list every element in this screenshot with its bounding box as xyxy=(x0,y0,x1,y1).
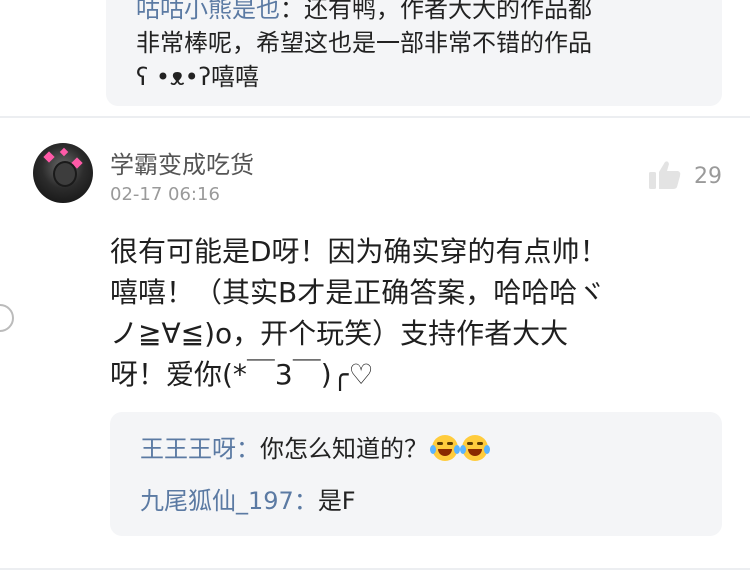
top-reply-author[interactable]: 咕咕小熊是也 xyxy=(136,0,280,23)
comment-line-2: 嘻嘻！（其实B才是正确答案，哈哈哈ヾ xyxy=(110,276,606,309)
top-reply-line-3: ʕ •ᴥ•ʔ嘻嘻 xyxy=(136,63,259,91)
reply-author[interactable]: 九尾狐仙_197 xyxy=(140,487,294,515)
comment-timestamp: 02-17 06:16 xyxy=(110,184,220,205)
avatar-heart-decoration xyxy=(43,151,55,163)
top-reply-line-1: 咕咕小熊是也：还有鸭，作者大大的作品都 xyxy=(136,0,592,26)
reply-text: 你怎么知道的？ xyxy=(260,435,428,463)
comment-line-1: 很有可能是D呀！因为确实穿的有点帅！ xyxy=(110,235,608,268)
top-reply-text: ：还有鸭，作者大大的作品都 xyxy=(280,0,592,23)
reply-item[interactable]: 九尾狐仙_197：是F xyxy=(140,484,356,518)
laughing-tears-emoji-icon xyxy=(430,435,460,461)
comment-divider xyxy=(0,116,750,118)
avatar-figure xyxy=(53,161,77,187)
comment-line-4: 呀！爱你(*￣3￣)╭♡ xyxy=(110,358,374,391)
reply-colon: ： xyxy=(236,435,260,463)
avatar[interactable] xyxy=(33,143,93,203)
reply-colon: ： xyxy=(293,487,318,515)
reply-item[interactable]: 王王王呀：你怎么知道的？ xyxy=(140,432,490,466)
like-count: 29 xyxy=(694,164,722,189)
bottom-divider xyxy=(0,568,750,570)
reply-text: 是F xyxy=(317,487,356,515)
comment-username[interactable]: 学霸变成吃货 xyxy=(110,145,254,180)
laughing-tears-emoji-icon xyxy=(460,435,490,461)
top-reply-line-2: 非常棒呢，希望这也是一部非常不错的作品 xyxy=(136,29,592,57)
top-reply-box: 咕咕小熊是也：还有鸭，作者大大的作品都 非常棒呢，希望这也是一部非常不错的作品 … xyxy=(106,0,722,106)
thumbs-up-icon[interactable] xyxy=(648,160,682,190)
edge-circle-icon xyxy=(0,304,14,332)
reply-author[interactable]: 王王王呀 xyxy=(140,435,236,463)
replies-box: 王王王呀：你怎么知道的？ 九尾狐仙_197：是F xyxy=(110,412,722,536)
avatar-heart-decoration xyxy=(59,147,69,157)
comment-line-3: ノ≧∀≦)o，开个玩笑）支持作者大大 xyxy=(110,317,569,350)
